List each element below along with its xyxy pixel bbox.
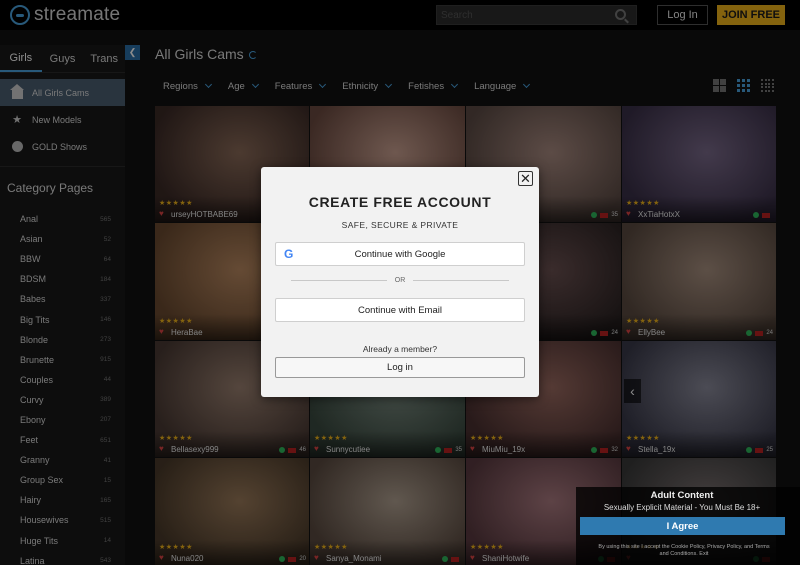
modal-title: CREATE FREE ACCOUNT <box>308 194 492 210</box>
adult-content-notice: Adult Content Sexually Explicit Material… <box>576 487 800 565</box>
google-button-label: Continue with Google <box>354 248 446 260</box>
modal-login-button[interactable]: Log in <box>275 357 525 378</box>
google-icon: G <box>284 247 294 261</box>
continue-with-email-button[interactable]: Continue with Email <box>275 298 525 322</box>
already-member-text: Already a member? <box>362 344 438 354</box>
close-icon[interactable]: ✕ <box>518 171 533 186</box>
or-divider: OR <box>291 277 509 284</box>
create-account-modal: ✕ CREATE FREE ACCOUNT SAFE, SECURE & PRI… <box>261 167 539 397</box>
i-agree-button[interactable]: I Agree <box>580 517 785 535</box>
or-text: OR <box>394 277 406 284</box>
continue-with-google-button[interactable]: G Continue with Google <box>275 242 525 266</box>
modal-subtitle: SAFE, SECURE & PRIVATE <box>341 220 459 230</box>
adult-notice-fine-print: By using this site I accept the Cookie P… <box>598 544 770 557</box>
adult-notice-title: Adult Content <box>650 490 714 501</box>
adult-notice-subtitle: Sexually Explicit Material - You Must Be… <box>603 503 761 512</box>
